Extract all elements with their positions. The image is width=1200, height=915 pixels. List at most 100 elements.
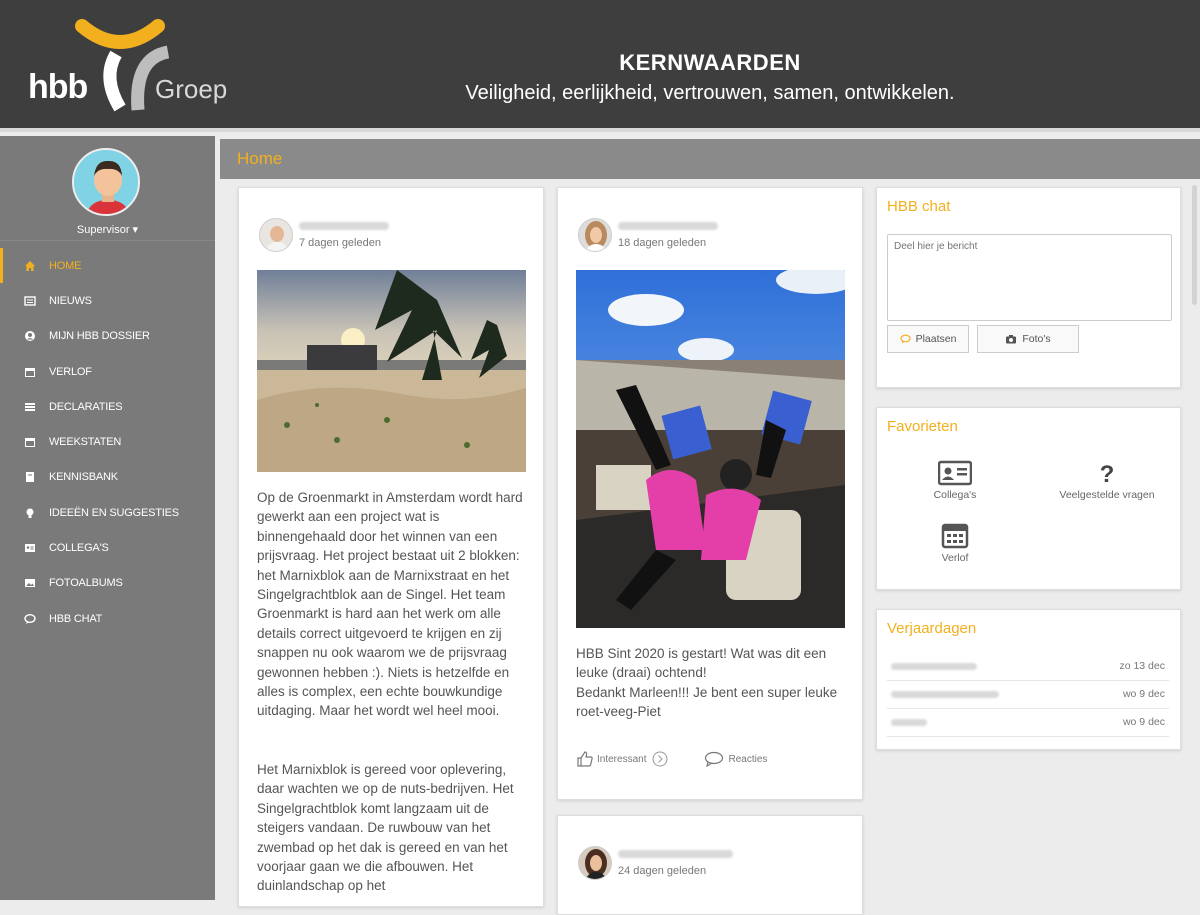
- post-card: 18 dagen geleden HBB Sint 2020 is gestar…: [557, 187, 863, 800]
- author-avatar[interactable]: [578, 218, 612, 252]
- sidebar-item-label: HOME: [49, 259, 82, 272]
- sidebar-item-kennisbank[interactable]: KENNISBANK: [0, 460, 215, 495]
- post-button[interactable]: Plaatsen: [887, 325, 969, 353]
- sidebar-item-label: KENNISBANK: [49, 471, 118, 484]
- post-body-continued: Bedankt Marleen!!! Je bent een super leu…: [576, 685, 838, 720]
- sidebar-item-verlof[interactable]: VERLOF: [0, 354, 215, 389]
- sidebar-item-label: NIEUWS: [49, 294, 92, 307]
- birthday-date: wo 9 dec: [1122, 716, 1165, 728]
- page-title: Home: [237, 149, 283, 168]
- lightbulb-icon: [26, 508, 34, 518]
- post-timestamp: 24 dagen geleden: [618, 864, 707, 877]
- favorites-title: Favorieten: [887, 418, 958, 435]
- sidebar-item-label: VERLOF: [49, 365, 92, 378]
- author-photo: [260, 219, 292, 251]
- news-icon: [24, 296, 36, 306]
- post-actions: Interessant Reacties: [576, 750, 767, 768]
- sidebar-item-label: HBB CHAT: [49, 612, 103, 625]
- sidebar-item-nieuws[interactable]: NIEUWS: [0, 283, 215, 318]
- question-icon: ?: [1100, 461, 1115, 488]
- core-values: KERNWAARDEN Veiligheid, eerlijkheid, ver…: [420, 50, 1000, 105]
- breadcrumb: Home: [220, 139, 1200, 179]
- sidebar-item-collegas[interactable]: COLLEGA'S: [0, 530, 215, 565]
- chat-icon: [24, 613, 36, 624]
- chat-bubble-icon: [899, 334, 911, 344]
- birthday-row: wo 9 dec: [887, 681, 1169, 709]
- avatar[interactable]: [72, 148, 140, 216]
- sidebar-item-label: COLLEGA'S: [49, 542, 109, 555]
- logo-subtext: Groep: [155, 74, 228, 104]
- post-photo[interactable]: [576, 270, 845, 628]
- favorite-faq[interactable]: ? Veelgestelde vragen: [1042, 460, 1172, 501]
- post-photo[interactable]: [257, 270, 526, 472]
- post-button-label: Plaatsen: [915, 333, 957, 345]
- birthday-row: wo 9 dec: [887, 709, 1169, 737]
- birthdays-title: Verjaardagen: [887, 620, 977, 637]
- sidebar-item-label: DECLARATIES: [49, 400, 123, 413]
- thumbs-up-icon[interactable]: [576, 750, 594, 768]
- post-timestamp: 18 dagen geleden: [618, 236, 707, 249]
- home-icon: [25, 260, 35, 271]
- post-body-continued: Het Marnixblok is gereed voor oplevering…: [257, 762, 514, 894]
- header: hbb Groep KERNWAARDEN Veiligheid, eerlij…: [0, 0, 1200, 132]
- post-card: 24 dagen geleden: [557, 815, 863, 915]
- sidebar-item-label: IDEEËN EN SUGGESTIES: [49, 506, 179, 519]
- image-icon: [25, 579, 35, 588]
- chevron-right-icon[interactable]: [652, 751, 668, 767]
- like-label[interactable]: Interessant: [597, 754, 646, 765]
- core-values-title: KERNWAARDEN: [619, 50, 801, 75]
- comment-icon[interactable]: [704, 751, 724, 767]
- favorites-widget: Favorieten Collega's ? Veelgestelde vrag…: [876, 407, 1181, 590]
- post-timestamp: 7 dagen geleden: [299, 236, 381, 249]
- scrollbar[interactable]: [1192, 185, 1197, 305]
- author-name-redacted: [618, 221, 718, 230]
- birthday-row: zo 13 dec: [887, 653, 1169, 681]
- favorite-label: Veelgestelde vragen: [1059, 489, 1155, 501]
- hbb-logo[interactable]: hbb Groep: [28, 18, 238, 114]
- sidebar-item-ideeen[interactable]: IDEEËN EN SUGGESTIES: [0, 495, 215, 530]
- birthday-name-redacted: [891, 691, 999, 698]
- sidebar-item-declaraties[interactable]: DECLARATIES: [0, 389, 215, 424]
- birthdays-widget: Verjaardagen zo 13 dec wo 9 dec wo 9 dec: [876, 609, 1181, 750]
- author-name-redacted: [618, 849, 733, 858]
- react-label[interactable]: Reacties: [728, 754, 767, 765]
- contacts-icon: [25, 544, 35, 553]
- avatar-icon: [74, 150, 138, 214]
- list-icon: [25, 402, 35, 411]
- chat-message-input[interactable]: [887, 234, 1172, 321]
- user-role-dropdown[interactable]: Supervisor ▾: [0, 223, 215, 236]
- sidebar-item-label: WEEKSTATEN: [49, 436, 122, 449]
- post-card: 7 dagen geleden Op de Groenmarkt in Amst…: [238, 187, 544, 907]
- author-avatar[interactable]: [578, 846, 612, 880]
- birthday-name-redacted: [891, 663, 977, 670]
- sidebar-item-fotoalbums[interactable]: FOTOALBUMS: [0, 566, 215, 601]
- photos-button[interactable]: Foto's: [977, 325, 1079, 353]
- calendar-icon: [25, 367, 35, 377]
- post-header: 18 dagen geleden: [578, 218, 718, 252]
- sidebar-item-weekstaten[interactable]: WEEKSTATEN: [0, 424, 215, 459]
- sidebar-item-label: MIJN HBB DOSSIER: [49, 330, 150, 343]
- sidebar-item-label: FOTOALBUMS: [49, 577, 123, 590]
- chat-widget: HBB chat Plaatsen Foto's: [876, 187, 1181, 388]
- chat-title: HBB chat: [887, 198, 951, 215]
- sidebar-divider: [0, 240, 215, 241]
- id-card-icon: [937, 460, 973, 486]
- birthday-date: zo 13 dec: [1119, 660, 1165, 672]
- sidebar-item-mijn-hbb-dossier[interactable]: MIJN HBB DOSSIER: [0, 319, 215, 354]
- book-icon: [26, 472, 34, 483]
- camera-icon: [1006, 335, 1017, 344]
- photos-button-label: Foto's: [1022, 333, 1051, 345]
- sidebar-item-home[interactable]: HOME: [0, 248, 215, 284]
- sidebar-item-hbb-chat[interactable]: HBB CHAT: [0, 601, 215, 636]
- favorite-label: Collega's: [933, 489, 977, 501]
- user-icon: [25, 331, 35, 342]
- author-name-redacted: [299, 221, 389, 230]
- author-photo: [579, 219, 611, 251]
- birthday-date: wo 9 dec: [1122, 688, 1165, 700]
- favorite-verlof[interactable]: Verlof: [915, 521, 995, 564]
- calendar-icon: [25, 438, 35, 448]
- favorite-collegas[interactable]: Collega's: [915, 460, 995, 501]
- post-header: 7 dagen geleden: [259, 218, 389, 252]
- post-body: HBB Sint 2020 is gestart! Wat was dit ee…: [576, 646, 827, 681]
- author-avatar[interactable]: [259, 218, 293, 252]
